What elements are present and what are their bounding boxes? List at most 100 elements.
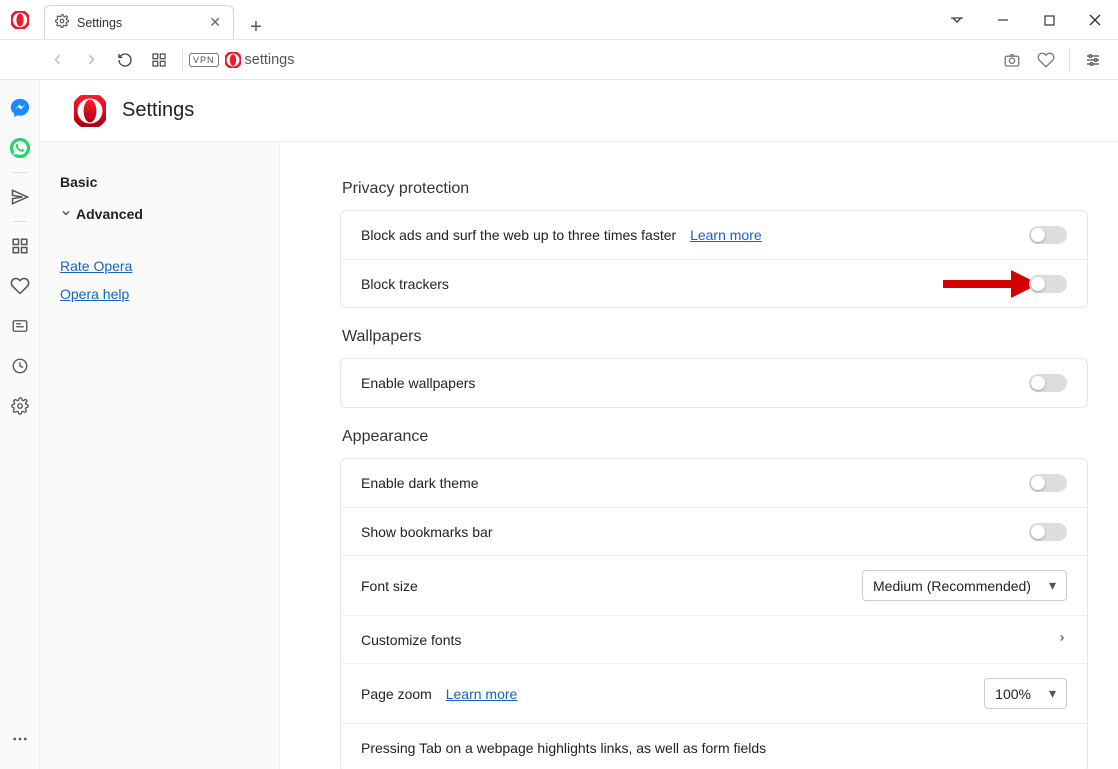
page-body: Basic Advanced Rate Opera Opera help Pri…	[40, 142, 1118, 769]
font-size-select[interactable]: Medium (Recommended) ▾	[862, 570, 1067, 601]
bookmark-heart-button[interactable]	[1029, 43, 1063, 77]
whatsapp-icon	[9, 137, 31, 159]
toolbar-separator	[182, 48, 183, 72]
tab-menu-button[interactable]	[934, 0, 980, 40]
row-label: Enable dark theme	[361, 475, 1029, 491]
sidebar-link-rate-opera[interactable]: Rate Opera	[60, 258, 279, 274]
opera-logo-icon	[11, 11, 29, 29]
sidebar-item-basic[interactable]: Basic	[60, 166, 279, 198]
forward-button[interactable]	[74, 43, 108, 77]
toggle-enable-wallpapers[interactable]	[1029, 374, 1067, 392]
news-rail-button[interactable]	[0, 306, 40, 346]
row-block-ads: Block ads and surf the web up to three t…	[341, 211, 1087, 259]
caret-down-icon: ▾	[1049, 685, 1056, 702]
toggle-block-trackers[interactable]	[1029, 275, 1067, 293]
title-bar: Settings ✕ +	[0, 0, 1118, 40]
row-label: Enable wallpapers	[361, 375, 1029, 391]
page-header: Settings	[40, 80, 1118, 142]
grid-icon	[11, 237, 29, 255]
workspace: Settings Basic Advanced Rate Opera Opera…	[0, 80, 1118, 769]
send-icon	[10, 187, 30, 207]
wallpapers-card: Enable wallpapers	[340, 358, 1088, 408]
sidebar-item-label: Advanced	[76, 206, 143, 222]
row-font-size: Font size Medium (Recommended) ▾	[341, 555, 1087, 615]
learn-more-link[interactable]: Learn more	[690, 227, 762, 243]
select-value: Medium (Recommended)	[873, 578, 1031, 594]
chevron-left-icon	[49, 51, 66, 68]
opera-menu-button[interactable]	[0, 0, 40, 39]
back-button[interactable]	[40, 43, 74, 77]
close-icon	[1089, 14, 1101, 26]
rail-divider	[13, 172, 27, 173]
address-text: settings	[245, 52, 295, 68]
minimize-icon	[997, 14, 1009, 26]
page-title: Settings	[122, 99, 194, 122]
row-block-trackers: Block trackers	[341, 259, 1087, 307]
close-window-button[interactable]	[1072, 0, 1118, 40]
whatsapp-button[interactable]	[0, 128, 40, 168]
row-label: Show bookmarks bar	[361, 524, 1029, 540]
toolbar: VPN settings	[0, 40, 1118, 80]
camera-icon	[1003, 51, 1021, 69]
tab-settings[interactable]: Settings ✕	[44, 5, 234, 39]
row-label: Page zoom	[361, 686, 432, 702]
heart-icon	[1037, 51, 1055, 69]
maximize-button[interactable]	[1026, 0, 1072, 40]
vpn-badge[interactable]: VPN	[189, 53, 219, 67]
speed-dial-rail-button[interactable]	[0, 226, 40, 266]
toggle-dark-theme[interactable]	[1029, 474, 1067, 492]
address-bar[interactable]: settings	[241, 52, 995, 68]
page-zoom-select[interactable]: 100% ▾	[984, 678, 1067, 709]
rail-divider	[13, 221, 27, 222]
row-label: Block ads and surf the web up to three t…	[361, 227, 676, 243]
settings-content[interactable]: Privacy protection Block ads and surf th…	[280, 142, 1118, 769]
row-label: Pressing Tab on a webpage highlights lin…	[361, 740, 1067, 756]
maximize-icon	[1044, 15, 1055, 26]
caret-down-icon: ▾	[1049, 577, 1056, 594]
row-label: Block trackers	[361, 276, 1029, 292]
privacy-card: Block ads and surf the web up to three t…	[340, 210, 1088, 308]
clock-icon	[11, 357, 29, 375]
personal-news-button[interactable]	[0, 177, 40, 217]
ellipsis-icon	[11, 730, 29, 748]
settings-sidebar: Basic Advanced Rate Opera Opera help	[40, 142, 280, 769]
messenger-icon	[9, 97, 31, 119]
sidebar-item-advanced[interactable]: Advanced	[60, 198, 279, 230]
row-tab-highlight: Pressing Tab on a webpage highlights lin…	[341, 723, 1087, 769]
site-identity-icon[interactable]	[225, 52, 241, 68]
history-rail-button[interactable]	[0, 346, 40, 386]
learn-more-link[interactable]: Learn more	[446, 686, 518, 702]
settings-page: Settings Basic Advanced Rate Opera Opera…	[40, 80, 1118, 769]
sidebar-more-button[interactable]	[0, 719, 40, 759]
left-sidebar-rail	[0, 80, 40, 769]
window-controls	[934, 0, 1118, 39]
gear-icon	[11, 397, 29, 415]
minimize-button[interactable]	[980, 0, 1026, 40]
sliders-icon	[1085, 52, 1101, 68]
easy-setup-button[interactable]	[1076, 43, 1110, 77]
new-tab-button[interactable]: +	[240, 16, 272, 39]
settings-rail-button[interactable]	[0, 386, 40, 426]
tab-close-button[interactable]: ✕	[207, 14, 223, 31]
grid-icon	[151, 52, 167, 68]
toggle-block-ads[interactable]	[1029, 226, 1067, 244]
section-title-appearance: Appearance	[342, 428, 1088, 446]
chevron-right-icon	[1057, 631, 1067, 648]
tab-strip: Settings ✕ +	[40, 0, 272, 39]
sidebar-link-opera-help[interactable]: Opera help	[60, 286, 279, 302]
messenger-button[interactable]	[0, 88, 40, 128]
reload-icon	[117, 52, 133, 68]
row-page-zoom: Page zoom Learn more 100% ▾	[341, 663, 1087, 723]
speed-dial-button[interactable]	[142, 43, 176, 77]
chevron-down-icon	[60, 206, 72, 222]
reload-button[interactable]	[108, 43, 142, 77]
tab-title: Settings	[77, 16, 122, 30]
toggle-bookmarks-bar[interactable]	[1029, 523, 1067, 541]
snapshot-button[interactable]	[995, 43, 1029, 77]
bookmarks-rail-button[interactable]	[0, 266, 40, 306]
news-icon	[11, 317, 29, 335]
row-customize-fonts[interactable]: Customize fonts	[341, 615, 1087, 663]
chevron-right-icon	[83, 51, 100, 68]
section-title-privacy: Privacy protection	[342, 180, 1088, 198]
section-title-wallpapers: Wallpapers	[342, 328, 1088, 346]
